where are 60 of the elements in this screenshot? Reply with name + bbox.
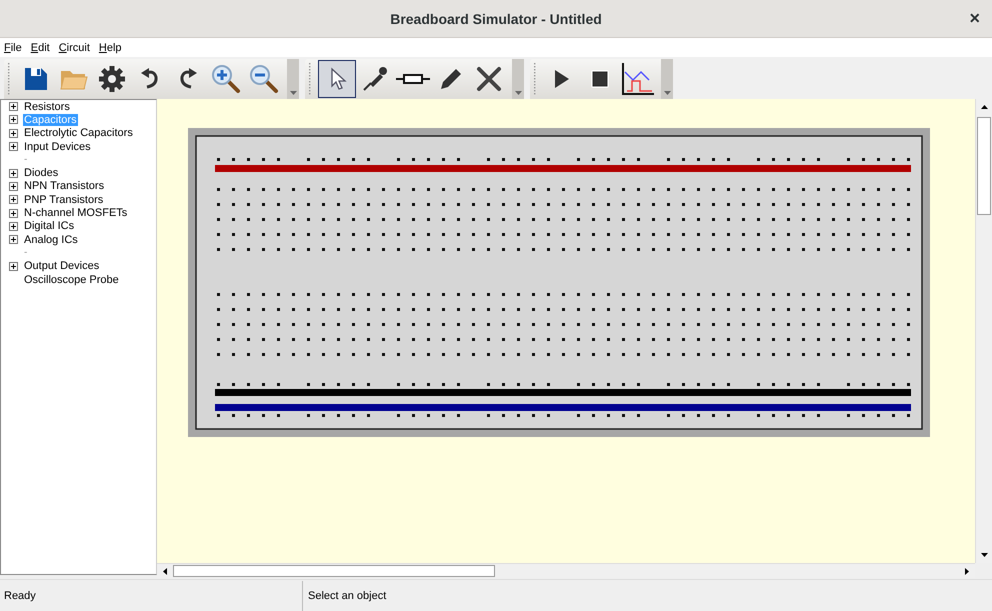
horizontal-scrollbar[interactable] xyxy=(157,563,975,578)
tree-item[interactable]: N-channel MOSFETs xyxy=(23,207,128,220)
tree-item[interactable]: NPN Transistors xyxy=(23,180,106,192)
expand-icon[interactable] xyxy=(9,115,18,124)
cross-icon xyxy=(476,66,502,92)
save-icon xyxy=(23,66,49,92)
expand-icon[interactable] xyxy=(9,222,18,231)
zoom-out-icon xyxy=(249,64,279,94)
expand-icon[interactable] xyxy=(9,195,18,204)
probe-icon xyxy=(362,66,388,92)
zoom-in-icon xyxy=(211,64,241,94)
status-text: Select an object xyxy=(307,590,386,602)
status-text: Ready xyxy=(0,580,303,610)
tree-item[interactable]: Oscilloscope Probe xyxy=(23,274,120,286)
tree-separator: - xyxy=(23,248,28,258)
tree-item[interactable]: Digital ICs xyxy=(23,220,76,232)
stop-icon xyxy=(591,70,609,88)
expand-icon[interactable] xyxy=(9,235,18,244)
caret-icon xyxy=(514,91,522,96)
expand-icon[interactable] xyxy=(9,168,18,178)
caret-icon xyxy=(290,91,296,96)
tree-item[interactable]: Output Devices xyxy=(23,260,100,272)
resistor-icon xyxy=(396,73,430,85)
caret-icon xyxy=(664,91,670,96)
expand-icon[interactable] xyxy=(9,102,18,112)
scroll-thumb[interactable] xyxy=(173,565,495,577)
tree-item[interactable]: Analog ICs xyxy=(23,234,79,246)
expand-icon[interactable] xyxy=(9,128,18,138)
toolbar-grip[interactable] xyxy=(7,63,11,95)
toolbar-grip[interactable] xyxy=(533,63,537,95)
scroll-up-icon[interactable] xyxy=(981,105,988,109)
menu-item[interactable]: Circuit xyxy=(58,42,96,54)
pencil-icon xyxy=(438,66,464,92)
tree-item[interactable]: Input Devices xyxy=(23,140,92,153)
scroll-thumb[interactable] xyxy=(977,117,991,215)
tree-separator: - xyxy=(23,154,28,165)
pointer-button[interactable] xyxy=(318,60,356,98)
expand-icon[interactable] xyxy=(9,262,18,271)
toolbar-grip[interactable] xyxy=(308,63,312,95)
tree-item[interactable]: Resistors xyxy=(23,100,71,113)
window-title: Breadboard Simulator - Untitled xyxy=(390,10,602,26)
tree-item[interactable]: Electrolytic Capacitors xyxy=(23,127,134,140)
canvas[interactable] xyxy=(157,99,975,563)
tree-item[interactable]: PNP Transistors xyxy=(23,194,104,206)
toolbar-overflow-button[interactable] xyxy=(287,59,299,99)
scroll-down-icon[interactable] xyxy=(981,553,988,557)
expand-icon[interactable] xyxy=(9,208,18,218)
graph-button[interactable] xyxy=(619,60,657,98)
scroll-left-icon[interactable] xyxy=(163,568,167,575)
expand-icon[interactable] xyxy=(9,182,18,191)
play-icon xyxy=(554,69,570,89)
close-button[interactable]: × xyxy=(965,8,984,29)
settings-icon xyxy=(98,65,126,93)
tree-item[interactable]: Diodes xyxy=(23,167,60,180)
menu-item[interactable]: Help xyxy=(98,42,128,54)
scroll-right-icon[interactable] xyxy=(965,568,969,575)
menu-item[interactable]: Edit xyxy=(30,42,56,54)
menu-item[interactable]: File xyxy=(4,42,28,54)
graph-icon xyxy=(621,62,655,96)
expand-icon[interactable] xyxy=(9,142,18,152)
